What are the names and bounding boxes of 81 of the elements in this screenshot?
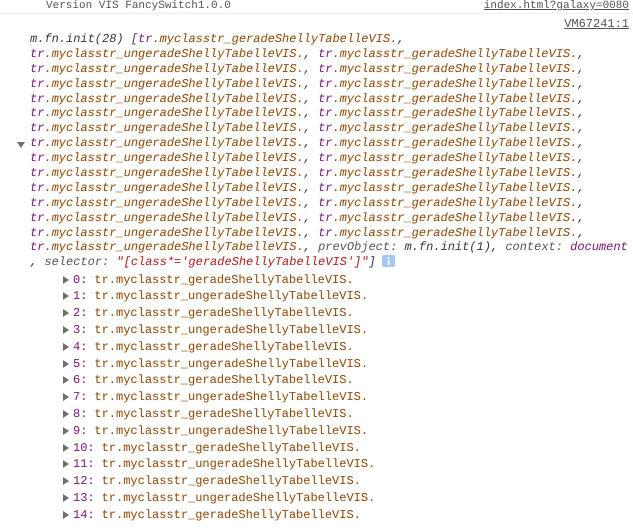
- object-summary: m.fn.init(28) [: [30, 32, 138, 46]
- expand-triangle-icon[interactable]: [62, 393, 70, 402]
- element-reference: tr.myclasstr_ungeradeShellyTabelleVIS.,: [30, 240, 311, 254]
- array-index: 6:: [73, 373, 88, 388]
- element-reference[interactable]: tr.myclasstr_ungeradeShellyTabelleVIS.: [102, 457, 376, 472]
- array-index: 4:: [73, 340, 88, 354]
- element-reference[interactable]: tr.myclasstr_geradeShellyTabelleVIS.: [94, 340, 354, 354]
- element-reference: tr.myclasstr_ungeradeShellyTabelleVIS.,: [30, 226, 311, 240]
- element-reference: tr.myclasstr_ungeradeShellyTabelleVIS.,: [30, 180, 311, 195]
- element-reference: tr.myclasstr_ungeradeShellyTabelleVIS.,: [30, 92, 311, 106]
- element-reference[interactable]: tr.myclasstr_geradeShellyTabelleVIS.: [94, 407, 354, 422]
- element-reference[interactable]: tr.myclasstr_ungeradeShellyTabelleVIS.: [94, 289, 368, 304]
- element-reference: tr.myclasstr_geradeShellyTabelleVIS.,: [318, 136, 585, 150]
- array-index: 2:: [73, 306, 88, 320]
- array-index: 7:: [73, 390, 88, 404]
- array-index: 11:: [73, 457, 95, 472]
- element-reference: tr.myclasstr_geradeShellyTabelleVIS.,: [318, 180, 585, 195]
- element-reference: tr.myclasstr_geradeShellyTabelleVIS.,: [138, 32, 404, 46]
- element-reference: tr.myclasstr_geradeShellyTabelleVIS.,: [318, 210, 585, 225]
- element-reference: tr.myclasstr_ungeradeShellyTabelleVIS.,: [30, 166, 311, 180]
- element-reference[interactable]: tr.myclasstr_ungeradeShellyTabelleVIS.: [94, 424, 368, 438]
- source-link[interactable]: VM67241:1: [564, 17, 629, 31]
- element-reference[interactable]: tr.myclasstr_geradeShellyTabelleVIS.: [94, 306, 354, 320]
- element-reference: tr.myclasstr_ungeradeShellyTabelleVIS.,: [30, 76, 311, 91]
- object-property: context: document: [505, 240, 628, 254]
- element-reference: tr.myclasstr_geradeShellyTabelleVIS.,: [318, 121, 585, 136]
- element-reference: tr.myclasstr_ungeradeShellyTabelleVIS.,: [30, 62, 311, 76]
- element-reference: tr.myclasstr_ungeradeShellyTabelleVIS.,: [30, 106, 311, 120]
- array-index: 12:: [73, 474, 95, 488]
- expand-triangle-icon[interactable]: [62, 309, 70, 318]
- expand-triangle-icon[interactable]: [62, 494, 70, 502]
- element-reference[interactable]: tr.myclasstr_ungeradeShellyTabelleVIS.: [94, 356, 368, 371]
- element-reference[interactable]: tr.myclasstr_ungeradeShellyTabelleVIS.: [102, 491, 376, 505]
- element-reference: tr.myclasstr_ungeradeShellyTabelleVIS.,: [30, 210, 311, 225]
- expand-triangle-icon[interactable]: [62, 276, 70, 284]
- element-reference: tr.myclasstr_geradeShellyTabelleVIS.,: [318, 226, 585, 240]
- array-index: 3:: [73, 323, 88, 338]
- element-reference: tr.myclasstr_ungeradeShellyTabelleVIS.,: [30, 136, 311, 150]
- array-index: 8:: [73, 407, 88, 422]
- element-reference[interactable]: tr.myclasstr_geradeShellyTabelleVIS.: [94, 373, 354, 388]
- element-reference: tr.myclasstr_geradeShellyTabelleVIS.,: [318, 106, 585, 120]
- array-index: 9:: [73, 424, 88, 438]
- element-reference: tr.myclasstr_geradeShellyTabelleVIS.,: [318, 76, 585, 91]
- element-reference: tr.myclasstr_ungeradeShellyTabelleVIS.,: [30, 121, 311, 136]
- array-index: 10:: [73, 440, 95, 455]
- array-index: 14:: [73, 508, 95, 522]
- element-reference[interactable]: tr.myclasstr_geradeShellyTabelleVIS.: [102, 474, 361, 488]
- object-property: prevObject: m.fn.init(1),: [318, 240, 498, 254]
- expand-triangle-icon[interactable]: [62, 360, 70, 368]
- element-reference: tr.myclasstr_ungeradeShellyTabelleVIS.,: [30, 151, 311, 166]
- expand-triangle-icon[interactable]: [62, 376, 70, 384]
- element-reference: tr.myclasstr_geradeShellyTabelleVIS.,: [318, 196, 585, 210]
- element-reference[interactable]: tr.myclasstr_geradeShellyTabelleVIS.: [102, 440, 361, 455]
- expand-triangle-icon[interactable]: [62, 460, 70, 468]
- array-index: 1:: [73, 289, 88, 304]
- element-reference: tr.myclasstr_geradeShellyTabelleVIS.,: [318, 151, 585, 166]
- expand-triangle-icon[interactable]: [62, 510, 70, 519]
- element-reference[interactable]: tr.myclasstr_geradeShellyTabelleVIS.: [102, 508, 361, 522]
- element-reference: tr.myclasstr_geradeShellyTabelleVIS.,: [318, 92, 585, 106]
- expand-triangle-icon[interactable]: [62, 410, 70, 418]
- object-property: , selector: "[class*='geradeShellyTabelleVIS']"]: [30, 255, 376, 270]
- element-reference: tr.myclasstr_geradeShellyTabelleVIS.,: [318, 166, 585, 180]
- element-reference: tr.myclasstr_geradeShellyTabelleVIS.,: [318, 62, 585, 76]
- expand-triangle-icon[interactable]: [62, 426, 70, 435]
- element-reference: tr.myclasstr_ungeradeShellyTabelleVIS.,: [30, 46, 311, 61]
- element-reference[interactable]: tr.myclasstr_ungeradeShellyTabelleVIS.: [94, 323, 368, 338]
- log-message: Version VIS FancySwitch1.0.0: [46, 0, 231, 13]
- element-reference[interactable]: tr.myclasstr_geradeShellyTabelleVIS.: [94, 272, 354, 287]
- element-reference: tr.myclasstr_ungeradeShellyTabelleVIS.,: [30, 196, 311, 210]
- expand-triangle-icon[interactable]: [62, 477, 70, 486]
- element-reference: tr.myclasstr_geradeShellyTabelleVIS.,: [318, 46, 585, 61]
- expand-triangle-icon[interactable]: [62, 326, 70, 334]
- array-index: 13:: [73, 491, 95, 505]
- expand-triangle-icon[interactable]: [62, 342, 70, 351]
- expand-triangle-icon[interactable]: [62, 444, 70, 452]
- collapse-triangle-icon[interactable]: [17, 140, 25, 148]
- source-link[interactable]: index.html?galaxy=0080: [484, 0, 629, 13]
- expand-triangle-icon[interactable]: [62, 292, 70, 300]
- array-index: 5:: [73, 356, 88, 371]
- element-reference[interactable]: tr.myclasstr_ungeradeShellyTabelleVIS.: [94, 390, 368, 404]
- array-index: 0:: [73, 272, 88, 287]
